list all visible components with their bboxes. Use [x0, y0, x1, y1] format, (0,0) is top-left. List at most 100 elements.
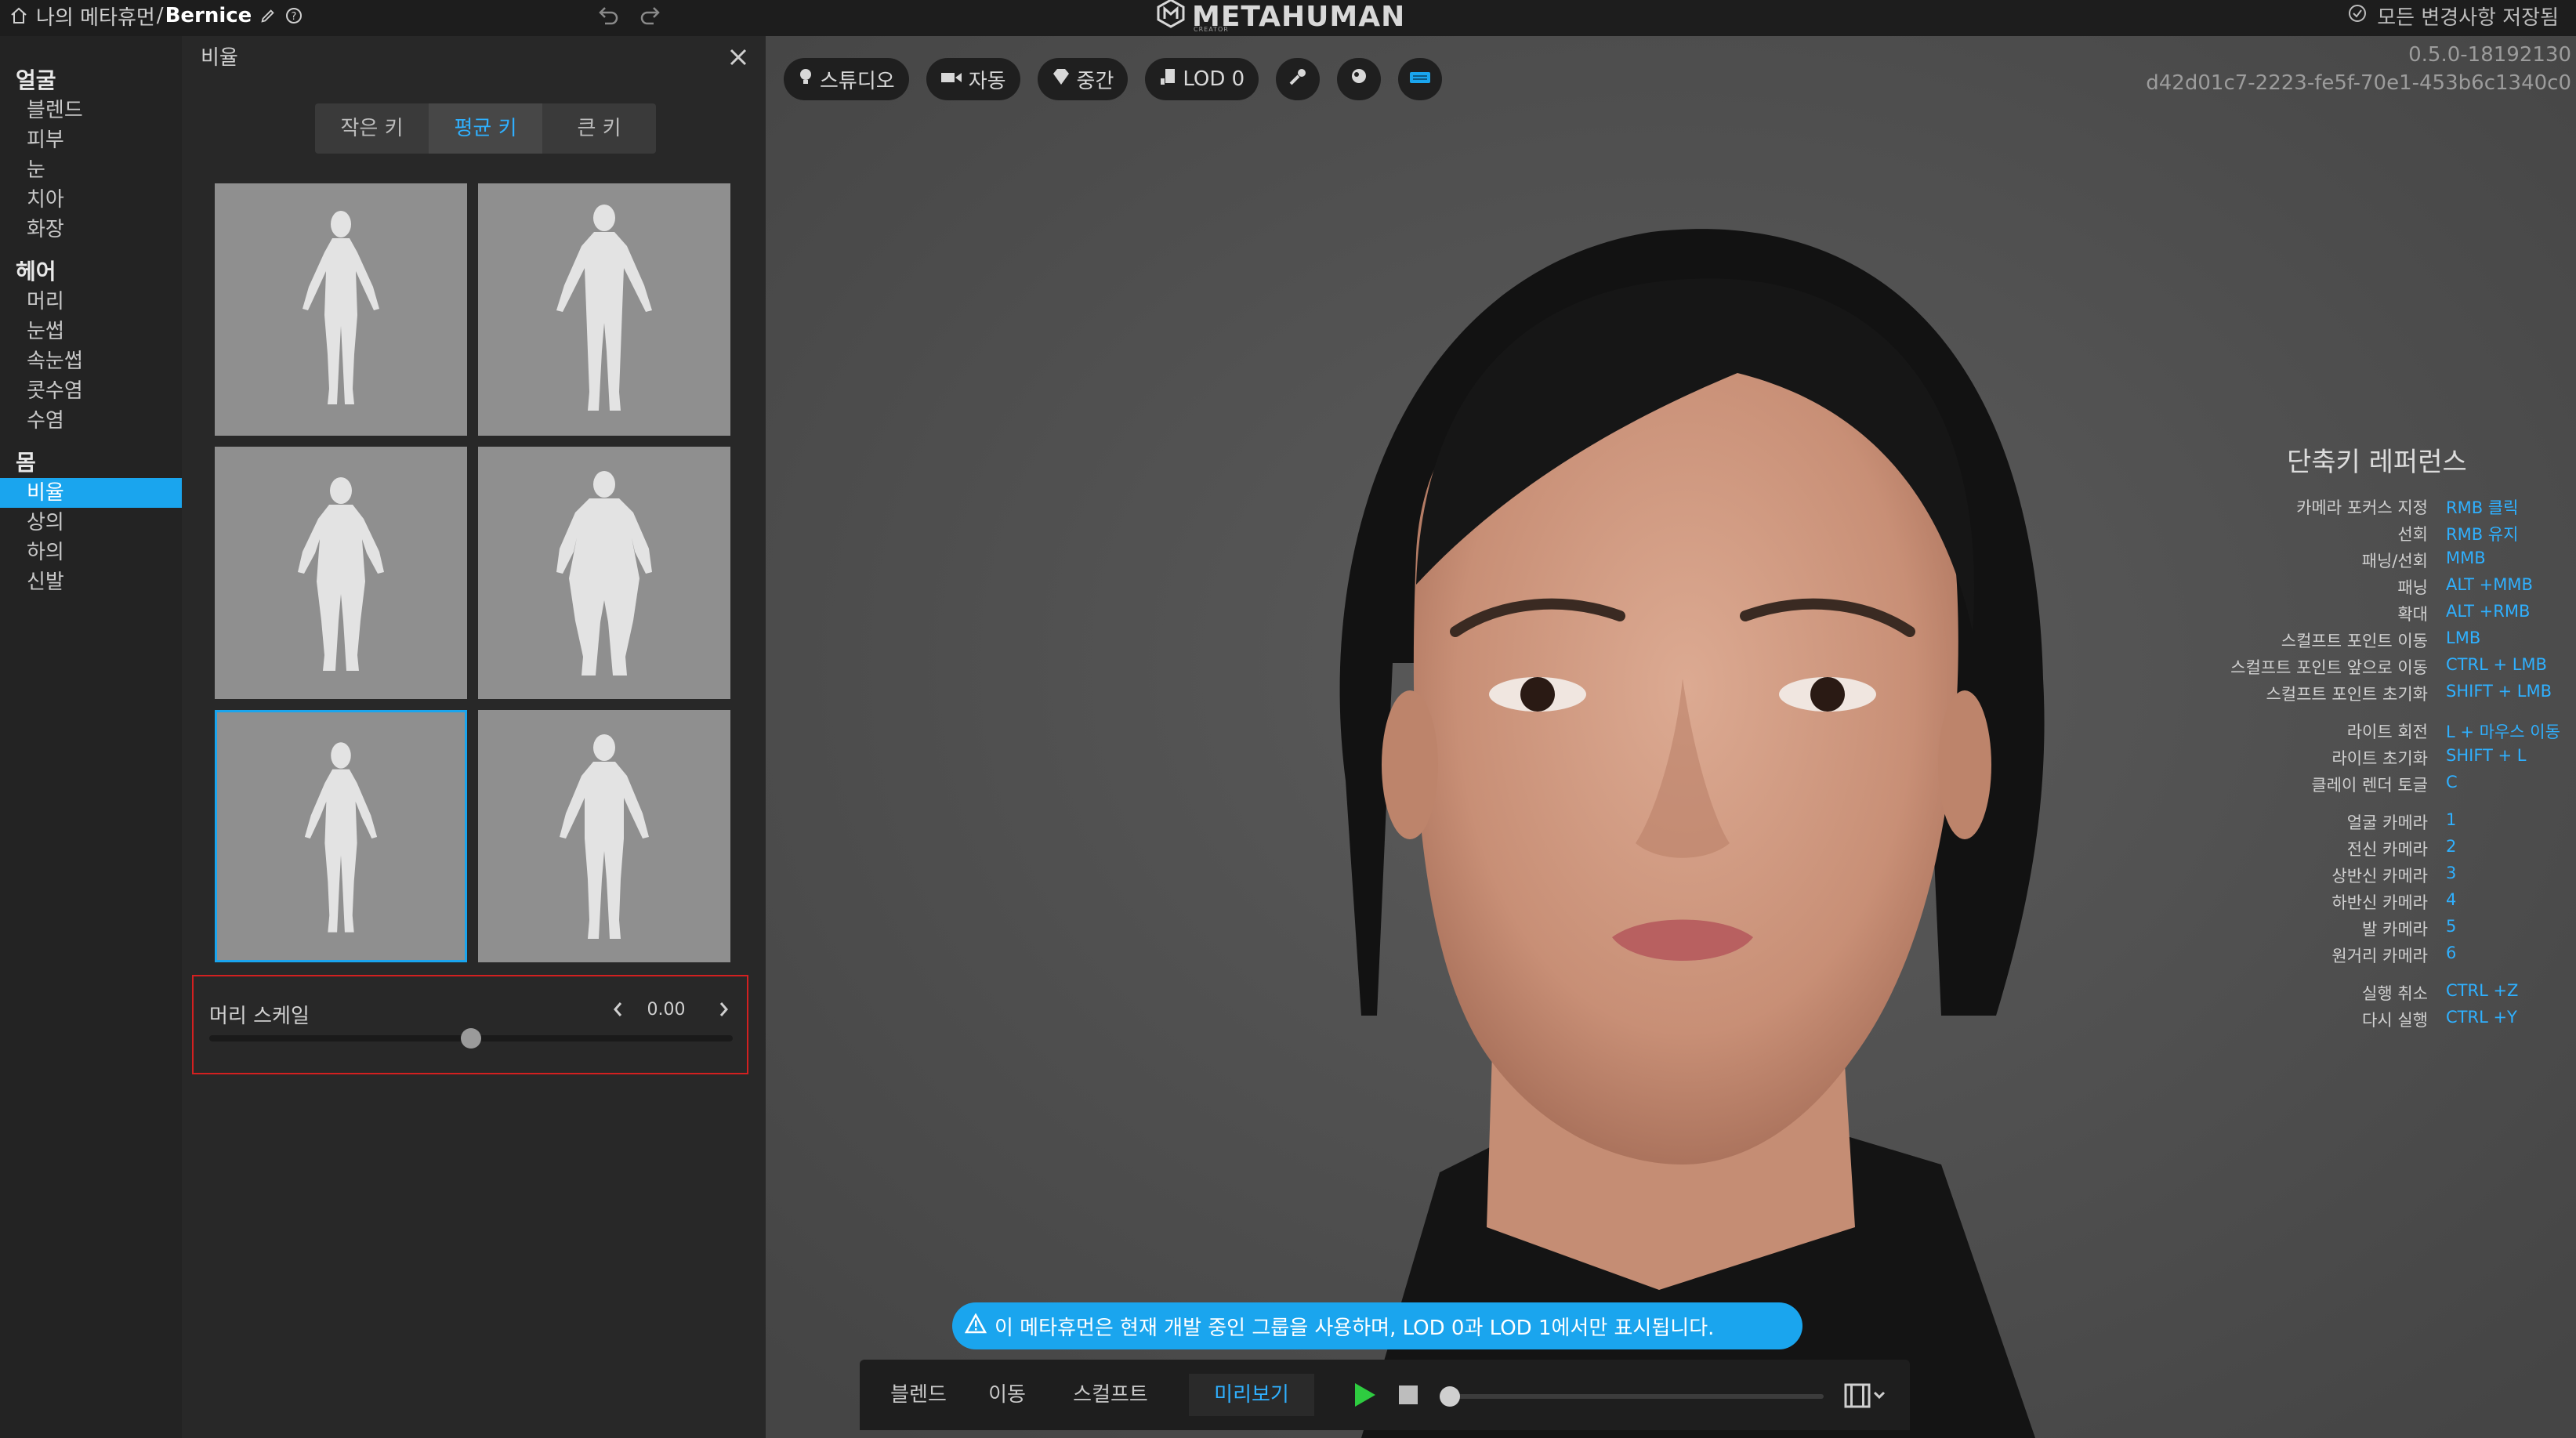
shortcut-row: 원거리 카메라 6 — [2210, 944, 2571, 970]
shortcut-key: 2 — [2446, 837, 2457, 856]
wrench-icon — [1288, 67, 1308, 92]
chevron-left-icon[interactable] — [609, 998, 628, 1023]
nav-item-skin[interactable]: 피부 — [0, 125, 182, 155]
head-scale-slider-handle[interactable] — [461, 1028, 481, 1049]
breadcrumb-separator: / — [156, 4, 164, 27]
body-type-thumb[interactable] — [478, 710, 730, 962]
lod-warning-text: 이 메타휴먼은 현재 개발 중인 그룹을 사용하며, LOD 0과 LOD 1에… — [995, 1316, 1715, 1340]
chevron-right-icon[interactable] — [714, 998, 733, 1023]
mode-tab-sculpt[interactable]: 스컬프트 — [1056, 1374, 1165, 1416]
logo-subtext: CREATOR — [1194, 26, 1229, 33]
top-bar: 나의 메타휴먼 / Bernice ? METAHUMAN CREATOR 모든 변… — [0, 0, 2576, 36]
head-scale-value[interactable]: 0.00 — [639, 1000, 694, 1020]
mode-tab-preview[interactable]: 미리보기 — [1189, 1374, 1314, 1416]
close-icon[interactable] — [726, 45, 750, 72]
shortcut-action: 발 카메라 — [2362, 920, 2428, 939]
edit-name-icon[interactable] — [259, 7, 277, 24]
body-type-thumb-selected[interactable] — [215, 710, 467, 962]
body-figure-icon — [303, 211, 379, 404]
nav-group-hair[interactable]: 헤어 — [0, 257, 182, 287]
check-circle-icon — [2347, 3, 2368, 29]
warning-icon — [964, 1312, 987, 1339]
shortcut-key: L + 마우스 이동 — [2446, 723, 2560, 741]
video-camera-icon — [940, 67, 962, 91]
head-scale-slider[interactable] — [209, 1028, 733, 1049]
lighting-label: 스튜디오 — [820, 69, 895, 93]
nav-item-mustache[interactable]: 콧수염 — [0, 376, 182, 406]
nav-item-eyelashes[interactable]: 속눈썹 — [0, 346, 182, 376]
shortcut-key: CTRL +Z — [2446, 981, 2519, 1000]
nav-item-shoes[interactable]: 신발 — [0, 567, 182, 597]
height-short-button[interactable]: 작은 키 — [315, 103, 429, 154]
shortcut-row: 클레이 렌더 토글 C — [2210, 773, 2571, 799]
timeline-scrubber[interactable] — [1440, 1386, 1824, 1407]
clay-render-button[interactable] — [1337, 58, 1382, 100]
shortcut-row: 라이트 회전 L + 마우스 이동 — [2210, 719, 2571, 746]
play-icon[interactable] — [1352, 1382, 1377, 1411]
viewport-toolbar: 스튜디오 자동 중간 LOD 0 — [784, 58, 1443, 100]
breadcrumb-root[interactable]: 나의 메타휴먼 — [36, 2, 155, 31]
shortcut-row: 패닝 ALT +MMB — [2210, 575, 2571, 602]
shortcut-reference-title: 단축키 레퍼런스 — [2287, 447, 2467, 478]
undo-redo-group — [596, 3, 663, 31]
help-icon[interactable]: ? — [284, 6, 303, 25]
stop-icon[interactable] — [1397, 1383, 1419, 1410]
nav-item-beard[interactable]: 수염 — [0, 406, 182, 436]
body-type-thumb[interactable] — [478, 447, 730, 699]
nav-item-bottom[interactable]: 하의 — [0, 538, 182, 567]
nav-item-head-hair[interactable]: 머리 — [0, 287, 182, 317]
quality-button[interactable]: 중간 — [1037, 58, 1129, 100]
nav-item-eyebrows[interactable]: 눈썹 — [0, 317, 182, 346]
animation-clip-icon[interactable] — [1843, 1382, 1886, 1413]
shortcut-key: CTRL + LMB — [2446, 655, 2547, 674]
nav-item-teeth[interactable]: 치아 — [0, 185, 182, 215]
mode-tab-blend[interactable]: 블렌드 — [875, 1374, 962, 1416]
height-average-button[interactable]: 평균 키 — [429, 103, 542, 154]
shortcut-row: 발 카메라 5 — [2210, 917, 2571, 944]
undo-icon[interactable] — [596, 3, 621, 31]
body-type-thumb[interactable] — [478, 183, 730, 436]
keyboard-shortcuts-button[interactable] — [1398, 58, 1443, 100]
nav-item-proportions[interactable]: 비율 — [0, 478, 182, 508]
shortcut-row: 카메라 포커스 지정 RMB 클릭 — [2210, 495, 2571, 522]
nav-item-eyes[interactable]: 눈 — [0, 155, 182, 185]
shortcut-key: 6 — [2446, 944, 2457, 962]
height-tall-button[interactable]: 큰 키 — [542, 103, 656, 154]
timeline-handle[interactable] — [1440, 1386, 1460, 1407]
lod-button[interactable]: LOD 0 — [1145, 58, 1259, 100]
nav-item-blend[interactable]: 블렌드 — [0, 96, 182, 125]
nav-item-top[interactable]: 상의 — [0, 508, 182, 538]
redo-icon[interactable] — [638, 3, 663, 31]
lighting-button[interactable]: 스튜디오 — [784, 58, 909, 100]
body-figure-icon — [560, 734, 649, 939]
body-figure-icon — [304, 742, 378, 933]
breadcrumb: 나의 메타휴먼 / Bernice ? — [9, 0, 303, 31]
mode-tab-move[interactable]: 이동 — [968, 1374, 1046, 1416]
body-figure-icon — [556, 471, 652, 676]
camera-button[interactable]: 자동 — [926, 58, 1020, 100]
shortcut-action: 스컬프트 포인트 앞으로 이동 — [2230, 658, 2428, 677]
lightbulb-icon — [798, 67, 813, 92]
lod-warning-banner: 이 메타휴먼은 현재 개발 중인 그룹을 사용하며, LOD 0과 LOD 1에… — [952, 1302, 1802, 1349]
shortcut-action: 패닝 — [2397, 578, 2428, 597]
shortcut-row: 스컬프트 포인트 초기화 SHIFT + LMB — [2210, 682, 2571, 708]
shortcut-row: 전신 카메라 2 — [2210, 837, 2571, 864]
shortcut-action: 스컬프트 포인트 이동 — [2281, 632, 2428, 650]
shortcut-row: 스컬프트 포인트 앞으로 이동 CTRL + LMB — [2210, 655, 2571, 682]
shortcut-row: 패닝/선회 MMB — [2210, 549, 2571, 575]
shortcut-row: 하반신 카메라 4 — [2210, 890, 2571, 917]
body-type-thumb[interactable] — [215, 183, 467, 436]
nav-item-makeup[interactable]: 화장 — [0, 215, 182, 244]
body-type-thumb[interactable] — [215, 447, 467, 699]
panel-title: 비율 — [201, 46, 238, 70]
home-icon[interactable] — [9, 6, 28, 25]
shortcut-action: 선회 — [2397, 525, 2428, 544]
sculpt-tool-button[interactable] — [1276, 58, 1321, 100]
nav-group-face[interactable]: 얼굴 — [0, 66, 182, 96]
shortcut-action: 얼굴 카메라 — [2346, 813, 2428, 832]
save-status: 모든 변경사항 저장됨 — [2347, 0, 2559, 31]
shortcut-action: 원거리 카메라 — [2331, 947, 2428, 965]
nav-group-body[interactable]: 몸 — [0, 448, 182, 478]
shortcut-key: LMB — [2446, 628, 2481, 647]
svg-text:?: ? — [292, 11, 297, 23]
